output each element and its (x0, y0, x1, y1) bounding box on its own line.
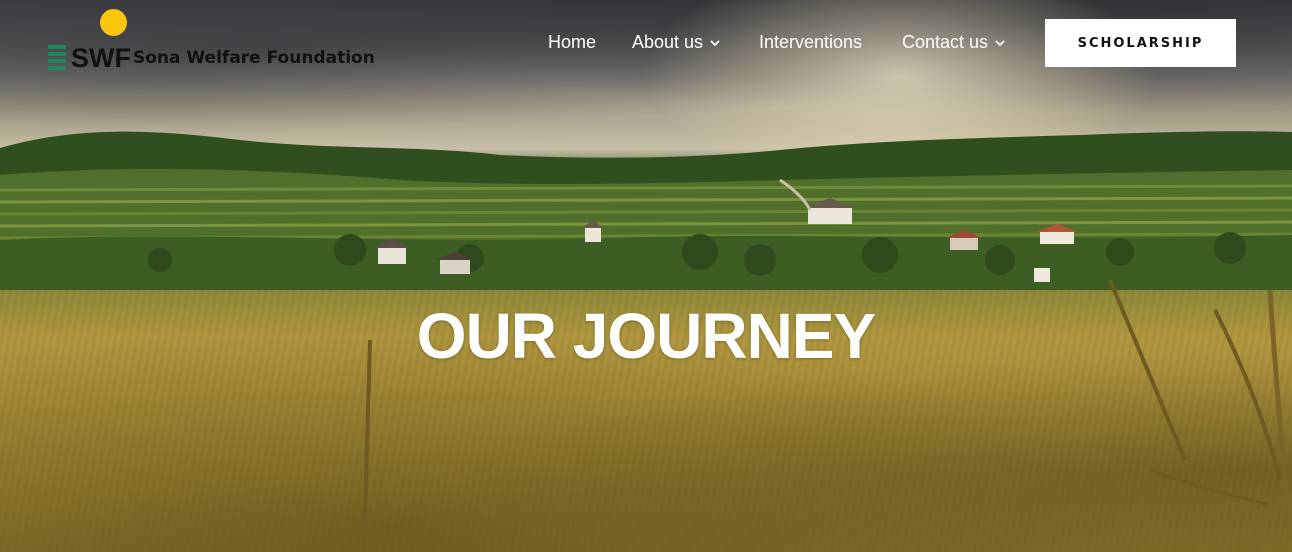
nav-item-label: Interventions (759, 32, 863, 52)
nav-item-interventions[interactable]: Interventions (759, 32, 862, 53)
logo-bars-icon (48, 45, 66, 71)
hills-with-village (0, 131, 1292, 305)
chevron-down-icon (995, 39, 1005, 46)
sun-icon (100, 9, 127, 36)
nav-item-label: About us (632, 32, 704, 52)
nav-item-home[interactable]: Home (548, 32, 596, 53)
scholarship-button[interactable]: SCHOLARSHIP (1045, 19, 1236, 67)
nav-item-contact-us[interactable]: Contact us (902, 32, 1006, 53)
nav-item-about-us[interactable]: About us (632, 32, 721, 53)
logo-abbreviation: SWF (71, 43, 131, 73)
hero-banner (0, 0, 1292, 552)
logo-organization-name: Sona Welfare Foundation (133, 48, 375, 68)
chevron-down-icon (710, 39, 720, 46)
nav-item-label: Contact us (902, 32, 989, 52)
nav-item-label: Home (548, 32, 597, 52)
page-title: OUR JOURNEY (416, 300, 876, 372)
